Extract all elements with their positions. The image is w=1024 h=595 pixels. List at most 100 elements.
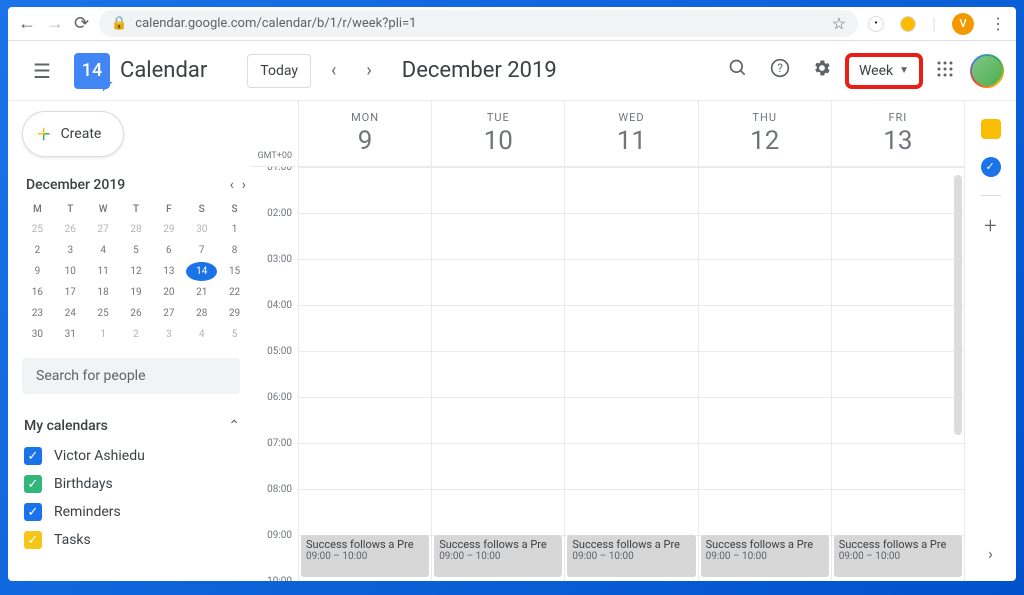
google-apps-icon[interactable] bbox=[930, 54, 960, 88]
search-people-input[interactable]: Search for people bbox=[22, 358, 240, 394]
help-icon[interactable]: ? bbox=[764, 52, 796, 89]
calendar-event[interactable]: Success follows a Pre09:00 – 10:00 bbox=[834, 535, 962, 577]
hour-cell[interactable] bbox=[832, 259, 964, 305]
mini-day[interactable]: 17 bbox=[55, 283, 86, 302]
hour-cell[interactable] bbox=[299, 351, 431, 397]
hour-cell[interactable] bbox=[832, 489, 964, 535]
mini-day[interactable]: 20 bbox=[153, 283, 184, 302]
hour-cell[interactable] bbox=[699, 397, 831, 443]
calendar-event[interactable]: Success follows a Pre09:00 – 10:00 bbox=[567, 535, 695, 577]
hour-cell[interactable] bbox=[299, 489, 431, 535]
hide-panel-button[interactable]: › bbox=[988, 544, 993, 563]
view-switcher-dropdown[interactable]: Week ▼ bbox=[848, 56, 920, 86]
mini-next-button[interactable]: › bbox=[242, 177, 246, 193]
mini-day[interactable]: 27 bbox=[88, 220, 119, 239]
mini-day[interactable]: 8 bbox=[219, 241, 250, 260]
mini-day[interactable]: 12 bbox=[121, 262, 152, 281]
mini-day[interactable]: 2 bbox=[121, 325, 152, 344]
mini-day[interactable]: 28 bbox=[186, 304, 217, 323]
keep-icon[interactable] bbox=[981, 119, 1001, 139]
day-header[interactable]: THU12 bbox=[698, 101, 831, 166]
mini-day[interactable]: 3 bbox=[153, 325, 184, 344]
hour-cell[interactable] bbox=[299, 305, 431, 351]
mini-day[interactable]: 22 bbox=[219, 283, 250, 302]
hour-cell[interactable] bbox=[432, 213, 564, 259]
hour-cell[interactable] bbox=[832, 443, 964, 489]
hour-cell[interactable] bbox=[699, 213, 831, 259]
hour-cell[interactable] bbox=[432, 489, 564, 535]
hour-cell[interactable] bbox=[432, 397, 564, 443]
hour-cell[interactable] bbox=[565, 351, 697, 397]
back-button[interactable]: ← bbox=[18, 13, 36, 34]
my-calendars-header[interactable]: My calendars ⌃ bbox=[22, 414, 250, 442]
day-column[interactable]: Success follows a Pre09:00 – 10:00 bbox=[564, 167, 697, 581]
mini-day[interactable]: 25 bbox=[88, 304, 119, 323]
hour-cell[interactable] bbox=[432, 443, 564, 489]
hour-cell[interactable] bbox=[699, 167, 831, 213]
hour-cell[interactable] bbox=[832, 397, 964, 443]
mini-day[interactable]: 4 bbox=[186, 325, 217, 344]
mini-day[interactable]: 7 bbox=[186, 241, 217, 260]
main-menu-icon[interactable]: ☰ bbox=[20, 59, 64, 83]
day-header[interactable]: TUE10 bbox=[431, 101, 564, 166]
mini-day[interactable]: 29 bbox=[153, 220, 184, 239]
hour-cell[interactable] bbox=[299, 259, 431, 305]
hour-cell[interactable] bbox=[299, 167, 431, 213]
checkbox-icon[interactable]: ✓ bbox=[24, 475, 42, 493]
checkbox-icon[interactable]: ✓ bbox=[24, 503, 42, 521]
mini-day[interactable]: 28 bbox=[121, 220, 152, 239]
day-header[interactable]: MON9 bbox=[298, 101, 431, 166]
mini-day[interactable]: 24 bbox=[55, 304, 86, 323]
day-column[interactable]: Success follows a Pre09:00 – 10:00 bbox=[298, 167, 431, 581]
hour-cell[interactable] bbox=[299, 397, 431, 443]
hour-cell[interactable] bbox=[565, 443, 697, 489]
mini-day[interactable]: 31 bbox=[55, 325, 86, 344]
hour-cell[interactable] bbox=[565, 305, 697, 351]
today-button[interactable]: Today bbox=[247, 54, 311, 88]
calendar-item[interactable]: ✓Birthdays bbox=[22, 470, 250, 498]
hour-cell[interactable] bbox=[699, 443, 831, 489]
mini-day[interactable]: 1 bbox=[219, 220, 250, 239]
mini-day[interactable]: 29 bbox=[219, 304, 250, 323]
search-icon[interactable] bbox=[722, 52, 754, 89]
day-column[interactable]: Success follows a Pre09:00 – 10:00 bbox=[698, 167, 831, 581]
mini-day[interactable]: 18 bbox=[88, 283, 119, 302]
mini-day[interactable]: 15 bbox=[219, 262, 250, 281]
calendar-event[interactable]: Success follows a Pre09:00 – 10:00 bbox=[701, 535, 829, 577]
hour-cell[interactable] bbox=[565, 167, 697, 213]
add-addon-button[interactable]: + bbox=[984, 214, 996, 239]
mini-day[interactable]: 26 bbox=[121, 304, 152, 323]
mini-day[interactable]: 5 bbox=[121, 241, 152, 260]
mini-day[interactable]: 30 bbox=[186, 220, 217, 239]
hour-cell[interactable] bbox=[432, 167, 564, 213]
day-column[interactable]: Success follows a Pre09:00 – 10:00 bbox=[431, 167, 564, 581]
mini-day[interactable]: 9 bbox=[22, 262, 53, 281]
mini-day[interactable]: 6 bbox=[153, 241, 184, 260]
calendar-item[interactable]: ✓Tasks bbox=[22, 526, 250, 554]
extension-icon-2[interactable] bbox=[900, 16, 916, 32]
mini-day[interactable]: 27 bbox=[153, 304, 184, 323]
mini-day[interactable]: 25 bbox=[22, 220, 53, 239]
mini-day[interactable]: 10 bbox=[55, 262, 86, 281]
mini-day[interactable]: 21 bbox=[186, 283, 217, 302]
hour-cell[interactable] bbox=[432, 259, 564, 305]
browser-profile-avatar[interactable]: V bbox=[952, 13, 974, 35]
mini-day[interactable]: 16 bbox=[22, 283, 53, 302]
mini-day[interactable]: 3 bbox=[55, 241, 86, 260]
hour-cell[interactable] bbox=[832, 213, 964, 259]
mini-day[interactable]: 14 bbox=[186, 262, 217, 281]
mini-day[interactable]: 26 bbox=[55, 220, 86, 239]
day-header[interactable]: WED11 bbox=[564, 101, 697, 166]
mini-day[interactable]: 13 bbox=[153, 262, 184, 281]
mini-day[interactable]: 19 bbox=[121, 283, 152, 302]
hour-cell[interactable] bbox=[565, 397, 697, 443]
account-avatar[interactable] bbox=[970, 54, 1004, 88]
mini-day[interactable]: 2 bbox=[22, 241, 53, 260]
hour-cell[interactable] bbox=[565, 489, 697, 535]
settings-icon[interactable] bbox=[806, 52, 838, 89]
mini-prev-button[interactable]: ‹ bbox=[230, 177, 234, 193]
hour-cell[interactable] bbox=[432, 351, 564, 397]
browser-menu-icon[interactable]: ⋮ bbox=[990, 14, 1006, 33]
mini-day[interactable]: 30 bbox=[22, 325, 53, 344]
hour-cell[interactable] bbox=[832, 305, 964, 351]
